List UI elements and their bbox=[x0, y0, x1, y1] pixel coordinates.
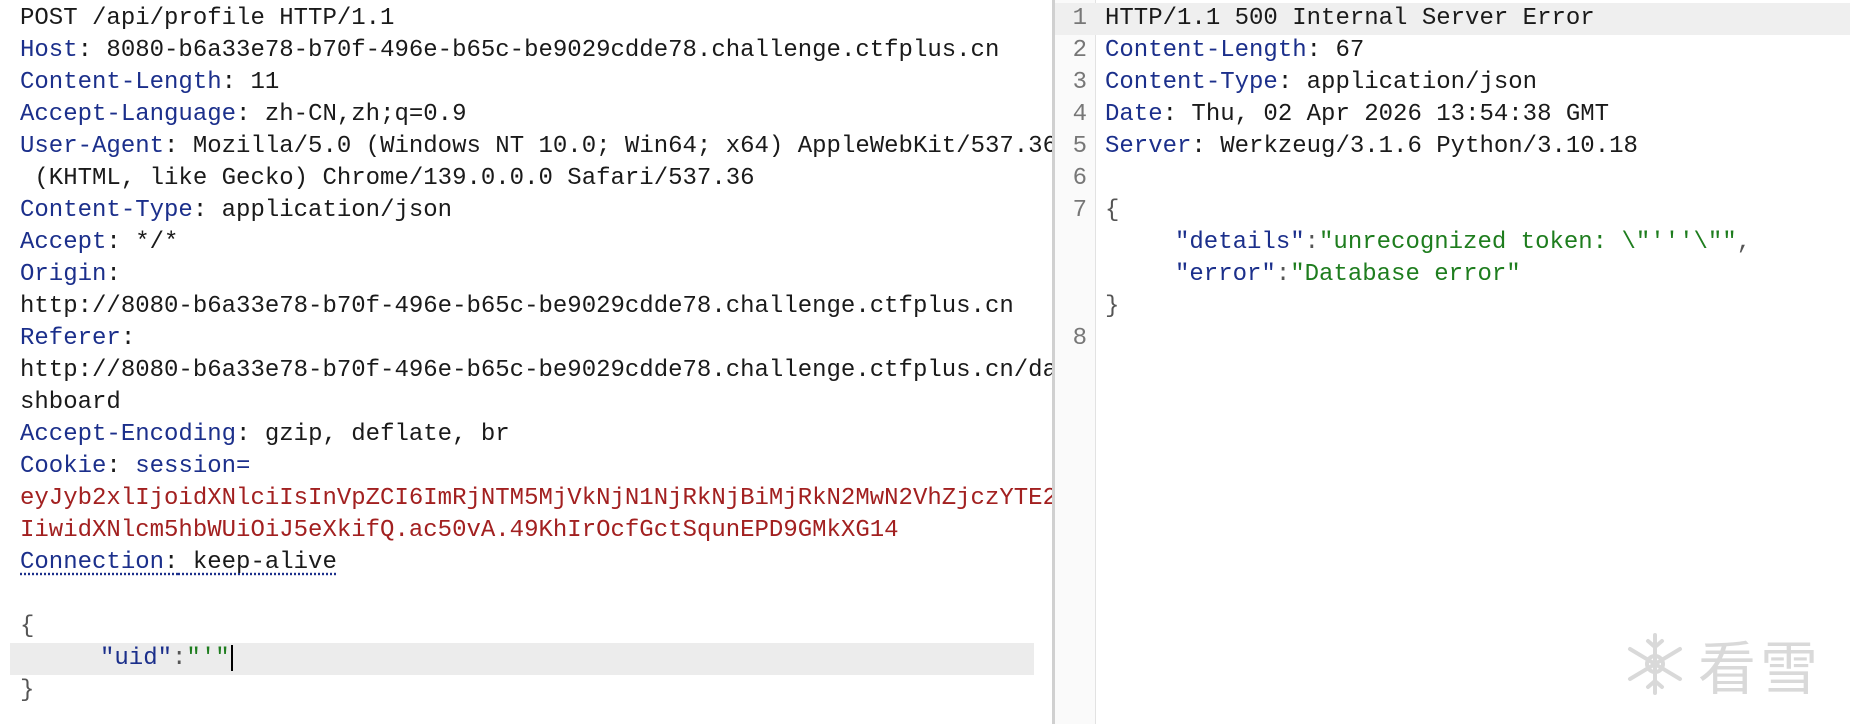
body-close-brace[interactable]: } bbox=[0, 675, 1052, 707]
header-origin-value[interactable]: http://8080-b6a33e78-b70f-496e-b65c-be90… bbox=[0, 291, 1052, 323]
watermark-text: 看雪 bbox=[1697, 635, 1822, 703]
header-host[interactable]: Host: 8080-b6a33e78-b70f-496e-b65c-be902… bbox=[0, 35, 1052, 67]
response-json-open[interactable]: 7{ bbox=[1055, 195, 1850, 227]
header-user-agent[interactable]: User-Agent: Mozilla/5.0 (Windows NT 10.0… bbox=[0, 131, 1052, 163]
header-referer-value-wrap[interactable]: shboard bbox=[0, 387, 1052, 419]
header-accept-language[interactable]: Accept-Language: zh-CN,zh;q=0.9 bbox=[0, 99, 1052, 131]
blank-line[interactable] bbox=[0, 579, 1052, 611]
snowflake-logo-icon bbox=[1627, 633, 1682, 695]
response-json-error[interactable]: "error":"Database error" bbox=[1055, 259, 1850, 291]
response-viewer[interactable]: 1 HTTP/1.1 500 Internal Server Error 2 Con… bbox=[1055, 0, 1850, 724]
request-editor[interactable]: POST /api/profile HTTP/1.1 Host: 8080-b6… bbox=[0, 0, 1052, 724]
header-user-agent-continued[interactable]: (KHTML, like Gecko) Chrome/139.0.0.0 Saf… bbox=[0, 163, 1052, 195]
header-content-type[interactable]: Content-Type: application/json bbox=[0, 195, 1052, 227]
cookie-value-line-1[interactable]: eyJyb2xlIjoidXNlciIsInVpZCI6ImRjNTM5MjVk… bbox=[0, 483, 1052, 515]
header-referer-value[interactable]: http://8080-b6a33e78-b70f-496e-b65c-be90… bbox=[0, 355, 1052, 387]
header-cookie[interactable]: Cookie: session= bbox=[0, 451, 1052, 483]
response-status-line[interactable]: 1 HTTP/1.1 500 Internal Server Error bbox=[1055, 3, 1850, 35]
response-json-close[interactable]: } bbox=[1055, 291, 1850, 323]
header-connection[interactable]: Connection: keep-alive bbox=[0, 547, 1052, 579]
header-content-length[interactable]: Content-Length: 11 bbox=[0, 67, 1052, 99]
response-json-details[interactable]: "details":"unrecognized token: \"'''\"", bbox=[1055, 227, 1850, 259]
body-uid-line[interactable]: "uid":"'" bbox=[10, 643, 1034, 675]
header-accept[interactable]: Accept: */* bbox=[0, 227, 1052, 259]
watermark: 看雪 bbox=[1622, 622, 1822, 706]
response-end-line[interactable]: 8 bbox=[1055, 323, 1850, 355]
header-referer[interactable]: Referer: bbox=[0, 323, 1052, 355]
http-repeater-view: POST /api/profile HTTP/1.1 Host: 8080-b6… bbox=[0, 0, 1850, 724]
body-open-brace[interactable]: { bbox=[0, 611, 1052, 643]
response-header-content-type[interactable]: 3 Content-Type: application/json bbox=[1055, 67, 1850, 99]
cookie-value-line-2[interactable]: IiwidXNlcm5hbWUiOiJ5eXkifQ.ac50vA.49KhIr… bbox=[0, 515, 1052, 547]
response-blank-line[interactable]: 6 bbox=[1055, 163, 1850, 195]
text-cursor bbox=[230, 644, 233, 671]
response-header-date[interactable]: 4 Date: Thu, 02 Apr 2026 13:54:38 GMT bbox=[1055, 99, 1850, 131]
response-header-server[interactable]: 5 Server: Werkzeug/3.1.6 Python/3.10.18 bbox=[1055, 131, 1850, 163]
header-origin[interactable]: Origin: bbox=[0, 259, 1052, 291]
header-accept-encoding[interactable]: Accept-Encoding: gzip, deflate, br bbox=[0, 419, 1052, 451]
response-header-content-length[interactable]: 2 Content-Length: 67 bbox=[1055, 35, 1850, 67]
request-line[interactable]: POST /api/profile HTTP/1.1 bbox=[0, 3, 1052, 35]
